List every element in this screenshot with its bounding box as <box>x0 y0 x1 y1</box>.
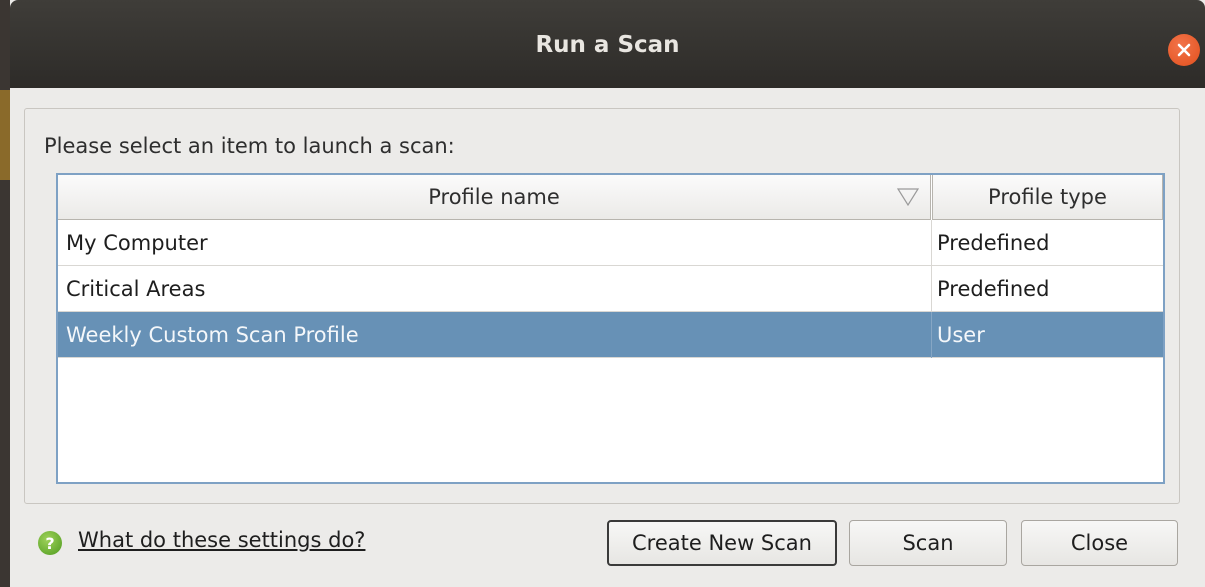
profile-name-cell: Critical Areas <box>66 277 206 301</box>
create-new-scan-button[interactable]: Create New Scan <box>607 520 837 566</box>
column-header-profile-type[interactable]: Profile type <box>932 175 1163 220</box>
column-divider <box>931 312 932 358</box>
selection-prompt: Please select an item to launch a scan: <box>44 134 455 158</box>
table-row[interactable]: My Computer Predefined <box>58 220 1163 266</box>
column-divider <box>931 266 932 312</box>
background-window-accent <box>0 90 10 180</box>
column-header-label: Profile name <box>428 185 560 209</box>
profile-table: Profile name Profile type My Computer Pr… <box>56 173 1165 484</box>
profile-type-cell: Predefined <box>937 277 1050 301</box>
table-row[interactable]: Critical Areas Predefined <box>58 266 1163 312</box>
column-header-label: Profile type <box>988 185 1107 209</box>
table-row-selected[interactable]: Weekly Custom Scan Profile User <box>58 312 1163 358</box>
help-icon[interactable]: ? <box>38 531 62 555</box>
help-link[interactable]: What do these settings do? <box>78 528 365 552</box>
scan-button[interactable]: Scan <box>849 520 1007 566</box>
title-bar: Run a Scan <box>10 0 1205 88</box>
table-header: Profile name Profile type <box>58 175 1163 220</box>
background-window-edge <box>0 0 10 587</box>
profile-name-cell: My Computer <box>66 231 208 255</box>
profile-type-cell: Predefined <box>937 231 1050 255</box>
close-icon[interactable] <box>1168 34 1200 66</box>
profile-type-cell: User <box>937 323 985 347</box>
sort-indicator-icon <box>896 188 920 207</box>
column-header-profile-name[interactable]: Profile name <box>58 175 931 220</box>
column-divider <box>931 220 932 266</box>
close-button[interactable]: Close <box>1021 520 1178 566</box>
profile-name-cell: Weekly Custom Scan Profile <box>66 323 359 347</box>
dialog-title: Run a Scan <box>535 32 680 58</box>
